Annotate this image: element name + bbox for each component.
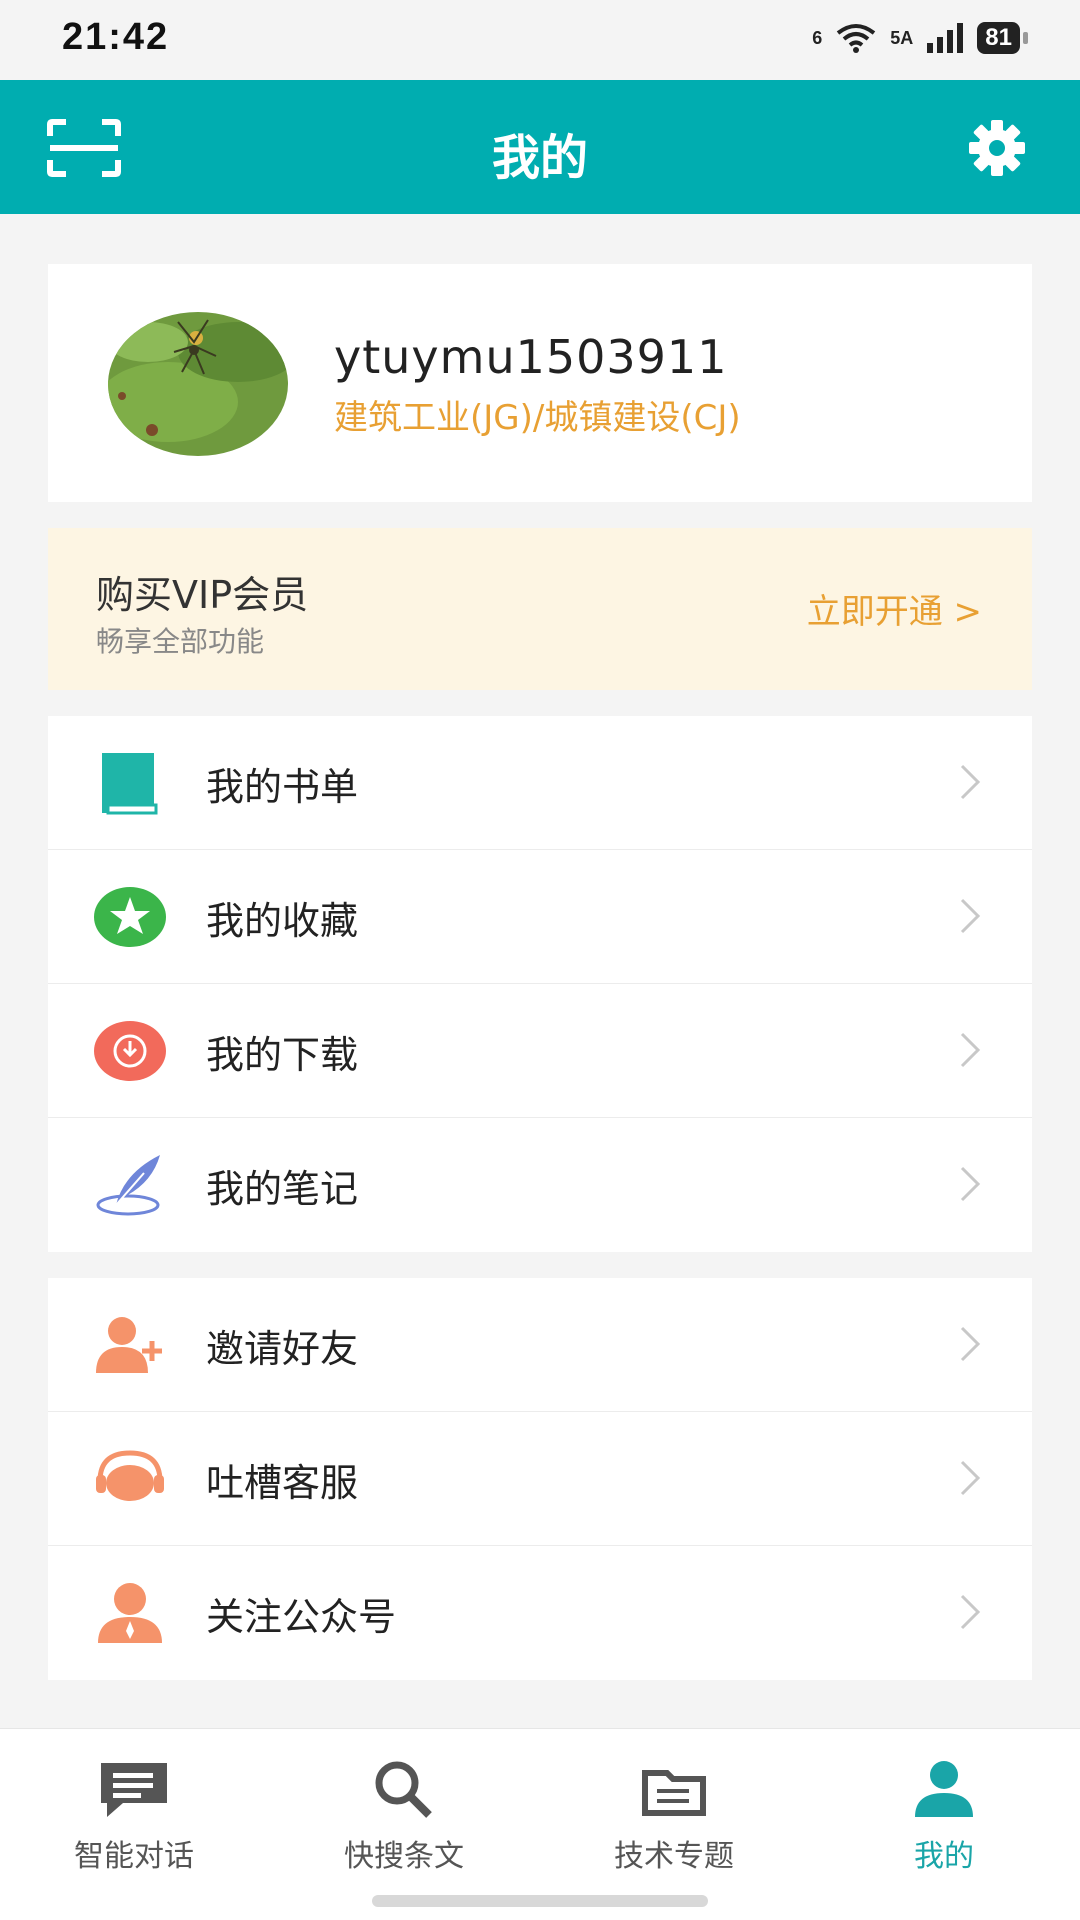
signal-label: 5A	[890, 27, 914, 48]
headset-icon	[96, 1450, 164, 1501]
menu-item-customer-service[interactable]: 吐槽客服	[48, 1412, 1032, 1546]
tab-mine[interactable]: 我的	[844, 1759, 1044, 1875]
vip-subtitle: 畅享全部功能	[96, 625, 265, 658]
vip-open-button[interactable]: 立即开通 >	[807, 584, 982, 633]
tab-label: 快搜条文	[344, 1839, 464, 1874]
menu-item-label: 邀请好友	[206, 1327, 359, 1371]
tab-label: 我的	[914, 1839, 974, 1874]
avatar-image	[108, 312, 288, 456]
menu-group-2: 邀请好友 吐槽客服 关注公众号	[48, 1278, 1032, 1680]
tab-label: 智能对话	[74, 1839, 194, 1874]
tab-label: 技术专题	[614, 1839, 734, 1874]
wifi-label: 6	[812, 27, 823, 48]
menu-group-1: 我的书单 我的收藏 我的下载 我的笔记	[48, 716, 1032, 1252]
menu-item-booklist[interactable]: 我的书单	[48, 716, 1032, 850]
feather-pen-icon	[96, 1155, 160, 1216]
person-icon	[915, 1761, 973, 1817]
menu-item-notes[interactable]: 我的笔记	[48, 1118, 1032, 1252]
menu-item-label: 关注公众号	[206, 1595, 397, 1639]
top-header: 我的	[0, 80, 1080, 214]
bottom-tab-bar: 智能对话 快搜条文 技术专题 我的	[0, 1728, 1080, 1920]
username: ytuymu1503911	[334, 330, 728, 384]
folder-icon	[642, 1770, 706, 1816]
signal-icon	[927, 23, 964, 53]
chevron-right-icon	[960, 1594, 981, 1630]
tab-quick-search[interactable]: 快搜条文	[304, 1759, 504, 1875]
battery-indicator: 81	[977, 22, 1028, 54]
person-tie-icon	[98, 1583, 162, 1643]
search-icon	[375, 1761, 432, 1818]
vip-title: 购买VIP会员	[96, 573, 309, 617]
status-bar: 21:42 6 5A 81	[0, 0, 1080, 80]
star-icon	[94, 887, 166, 947]
vip-banner[interactable]: 购买VIP会员 畅享全部功能 立即开通 >	[48, 528, 1032, 690]
menu-item-label: 我的笔记	[206, 1167, 359, 1211]
download-icon	[94, 1021, 166, 1081]
profile-card[interactable]: ytuymu1503911 建筑工业(JG)/城镇建设(CJ)	[48, 264, 1032, 502]
chevron-right-icon	[960, 764, 981, 800]
book-icon	[102, 753, 158, 815]
organization-label: 建筑工业(JG)/城镇建设(CJ)	[334, 398, 741, 438]
chevron-right-icon	[960, 898, 981, 934]
chevron-right-icon	[960, 1460, 981, 1496]
avatar[interactable]	[108, 312, 288, 456]
tab-topics[interactable]: 技术专题	[574, 1759, 774, 1875]
menu-item-follow-account[interactable]: 关注公众号	[48, 1546, 1032, 1680]
gear-icon	[969, 120, 1025, 176]
home-indicator[interactable]	[372, 1895, 708, 1907]
chevron-right-icon	[960, 1326, 981, 1362]
menu-item-invite-friends[interactable]: 邀请好友	[48, 1278, 1032, 1412]
chevron-right-icon	[960, 1032, 981, 1068]
menu-item-downloads[interactable]: 我的下载	[48, 984, 1032, 1118]
wifi-icon	[837, 24, 876, 53]
status-time: 21:42	[62, 16, 170, 58]
add-user-icon	[96, 1317, 162, 1373]
tab-chat[interactable]: 智能对话	[34, 1759, 234, 1875]
menu-item-label: 吐槽客服	[206, 1461, 359, 1505]
menu-item-favorites[interactable]: 我的收藏	[48, 850, 1032, 984]
chat-icon	[101, 1763, 167, 1817]
menu-item-label: 我的书单	[206, 765, 359, 809]
page-title: 我的	[491, 130, 588, 186]
settings-button[interactable]	[960, 118, 1034, 182]
menu-item-label: 我的收藏	[206, 899, 359, 943]
chevron-right-icon	[960, 1166, 981, 1202]
menu-item-label: 我的下载	[206, 1033, 359, 1077]
